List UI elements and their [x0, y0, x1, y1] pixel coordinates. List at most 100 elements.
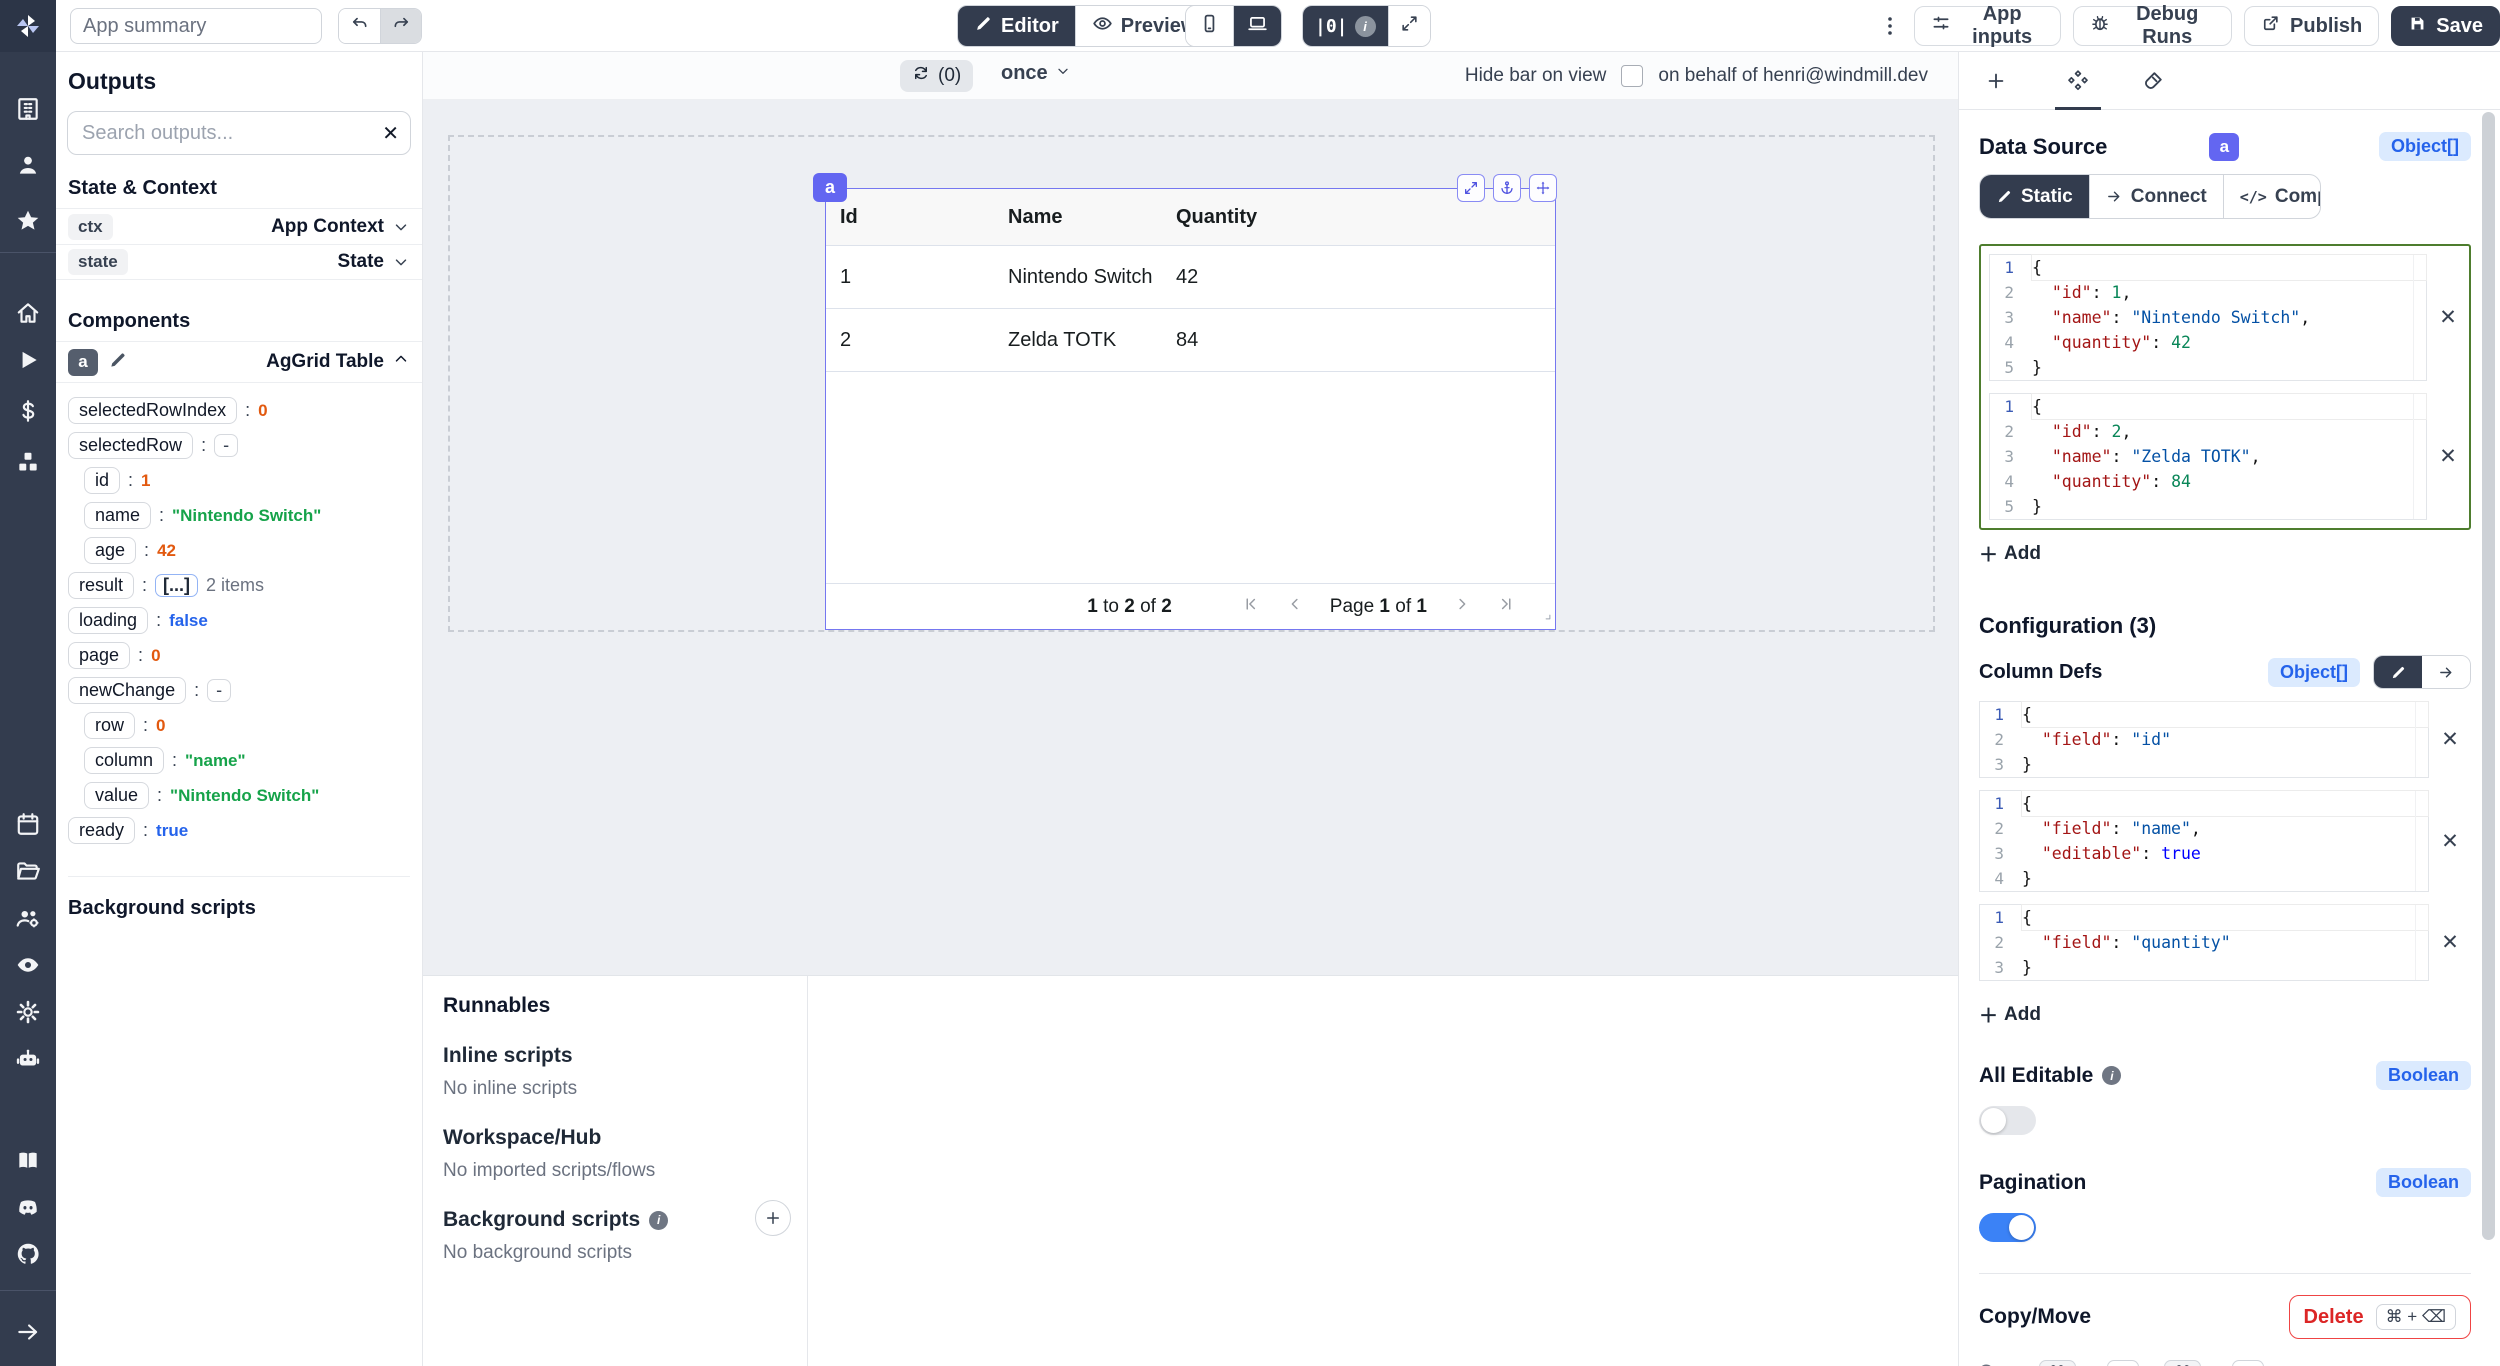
pagination-toggle[interactable] — [1979, 1213, 2036, 1242]
column-header-id[interactable]: Id — [826, 206, 994, 229]
table-cell[interactable]: 42 — [1162, 266, 1330, 289]
clear-search-icon[interactable]: ✕ — [382, 121, 399, 146]
styling-tab[interactable] — [2136, 64, 2170, 98]
rail-discord-icon[interactable] — [13, 1193, 43, 1223]
prev-page-icon[interactable] — [1286, 595, 1304, 619]
table-row[interactable]: 2Zelda TOTK84 — [826, 309, 1555, 372]
fullscreen-button[interactable] — [1388, 6, 1430, 46]
last-page-icon[interactable] — [1497, 595, 1515, 619]
search-input[interactable] — [67, 111, 411, 155]
undo-button[interactable] — [339, 9, 380, 43]
output-tree-row-column[interactable]: column:"name" — [68, 743, 410, 778]
table-cell[interactable]: Nintendo Switch — [994, 266, 1162, 289]
json-editor[interactable]: 123{ "field": "id"} — [1979, 701, 2429, 778]
table-cell[interactable]: Zelda TOTK — [994, 329, 1162, 352]
remove-item-icon[interactable]: ✕ — [2429, 829, 2471, 854]
output-tree-row-page[interactable]: page:0 — [68, 638, 410, 673]
remove-item-icon[interactable]: ✕ — [2429, 727, 2471, 752]
rail-dollar-icon[interactable] — [13, 396, 43, 426]
mobile-view-button[interactable] — [1186, 6, 1233, 46]
all-editable-toggle[interactable] — [1979, 1106, 2036, 1135]
mode-tab-compute[interactable]: </>Compute — [2223, 175, 2321, 218]
rail-cubes-icon[interactable] — [13, 447, 43, 477]
panel-scrollbar[interactable] — [2482, 112, 2495, 1240]
app-summary-input[interactable] — [70, 8, 322, 44]
publish-button[interactable]: Publish — [2244, 6, 2379, 46]
delete-component-button[interactable]: Delete ⌘ + ⌫ — [2289, 1295, 2471, 1339]
output-tree-row-name[interactable]: name:"Nintendo Switch" — [68, 498, 410, 533]
output-tree-row-result[interactable]: result:[...]2 items — [68, 568, 410, 603]
anchor-component-button[interactable] — [1493, 174, 1521, 202]
save-button[interactable]: Save — [2391, 6, 2500, 46]
desktop-view-button[interactable] — [1233, 6, 1281, 46]
table-cell[interactable]: 84 — [1162, 329, 1330, 352]
component-tag[interactable]: a — [813, 173, 847, 202]
next-page-icon[interactable] — [1453, 595, 1471, 619]
rail-calendar-icon[interactable] — [13, 809, 43, 839]
context-row-ctx[interactable]: ctxApp Context — [56, 208, 422, 244]
table-cell[interactable]: 1 — [826, 266, 994, 289]
rail-book-icon[interactable] — [13, 1145, 43, 1175]
table-cell[interactable]: 2 — [826, 329, 994, 352]
json-editor[interactable]: 123{ "field": "quantity"} — [1979, 904, 2429, 981]
column-header-name[interactable]: Name — [994, 206, 1162, 229]
output-tree-row-ready[interactable]: ready:true — [68, 813, 410, 848]
table-row[interactable]: 1Nintendo Switch42 — [826, 246, 1555, 309]
schedule-select[interactable]: once — [1001, 62, 1071, 85]
component-header[interactable]: a AgGrid Table — [56, 341, 422, 383]
rail-play-icon[interactable] — [13, 345, 43, 375]
output-tree-row-age[interactable]: age:42 — [68, 533, 410, 568]
rail-folder-icon[interactable] — [13, 856, 43, 886]
output-tree-row-value[interactable]: value:"Nintendo Switch" — [68, 778, 410, 813]
rail-eye-icon[interactable] — [13, 950, 43, 980]
diff-button[interactable]: |0| i — [1303, 6, 1388, 46]
aggrid-component[interactable]: a IdNameQuantity 1Nintendo Switch422Zeld… — [825, 188, 1556, 630]
edit-pencil-icon[interactable] — [108, 350, 128, 375]
refresh-button[interactable]: (0) — [900, 60, 973, 92]
rail-robot-icon[interactable] — [13, 1044, 43, 1074]
json-editor[interactable]: 1234{ "field": "name", "editable": true} — [1979, 790, 2429, 892]
redo-button[interactable] — [380, 9, 421, 43]
add-column-button[interactable]: ＋ Add — [1979, 1001, 2041, 1028]
column-header-quantity[interactable]: Quantity — [1162, 206, 1330, 229]
rail-building-icon[interactable] — [13, 94, 43, 124]
hide-bar-checkbox[interactable] — [1621, 65, 1643, 87]
rail-users-gear-icon[interactable] — [13, 903, 43, 933]
mode-tab-connect[interactable]: Connect — [2089, 175, 2223, 218]
first-page-icon[interactable] — [1242, 595, 1260, 619]
expand-component-button[interactable] — [1457, 174, 1485, 202]
output-tree-row-newChange[interactable]: newChange:- — [68, 673, 410, 708]
rail-home-icon[interactable] — [13, 298, 43, 328]
remove-item-icon[interactable]: ✕ — [2427, 444, 2469, 469]
rail-star-icon[interactable] — [13, 206, 43, 236]
chevron-up-icon[interactable] — [392, 350, 410, 374]
type-pill[interactable]: Object[] — [2379, 132, 2471, 161]
type-pill[interactable]: Object[] — [2268, 658, 2360, 687]
mode-tab-static[interactable]: Static — [1980, 175, 2089, 218]
rail-arrow-right-icon[interactable] — [13, 1317, 43, 1347]
insert-component-tab[interactable] — [1979, 64, 2013, 98]
remove-item-icon[interactable]: ✕ — [2427, 305, 2469, 330]
debug-runs-button[interactable]: Debug Runs — [2073, 6, 2232, 46]
static-mode-button[interactable] — [2374, 656, 2422, 688]
connect-mode-button[interactable] — [2422, 656, 2470, 688]
output-tree-row-loading[interactable]: loading:false — [68, 603, 410, 638]
json-editor[interactable]: 12345{ "id": 2, "name": "Zelda TOTK", "q… — [1989, 393, 2427, 520]
output-tree-row-selectedRowIndex[interactable]: selectedRowIndex:0 — [68, 393, 410, 428]
app-inputs-button[interactable]: App inputs — [1914, 6, 2061, 46]
context-row-state[interactable]: stateState — [56, 244, 422, 280]
rail-gear-icon[interactable] — [13, 997, 43, 1027]
output-tree-row-selectedRow[interactable]: selectedRow:- — [68, 428, 410, 463]
rail-github-icon[interactable] — [13, 1239, 43, 1269]
add-item-button[interactable]: ＋ Add — [1979, 540, 2041, 567]
windmill-logo[interactable] — [0, 0, 56, 52]
move-component-button[interactable] — [1529, 174, 1557, 202]
output-tree-row-row[interactable]: row:0 — [68, 708, 410, 743]
more-menu-button[interactable] — [1878, 14, 1902, 38]
rail-user-icon[interactable] — [13, 150, 43, 180]
editor-tab[interactable]: Editor — [958, 6, 1075, 46]
output-value[interactable]: [...] — [155, 574, 198, 597]
remove-item-icon[interactable]: ✕ — [2429, 930, 2471, 955]
resize-handle[interactable] — [1538, 607, 1553, 627]
add-background-script-button[interactable] — [755, 1200, 791, 1236]
